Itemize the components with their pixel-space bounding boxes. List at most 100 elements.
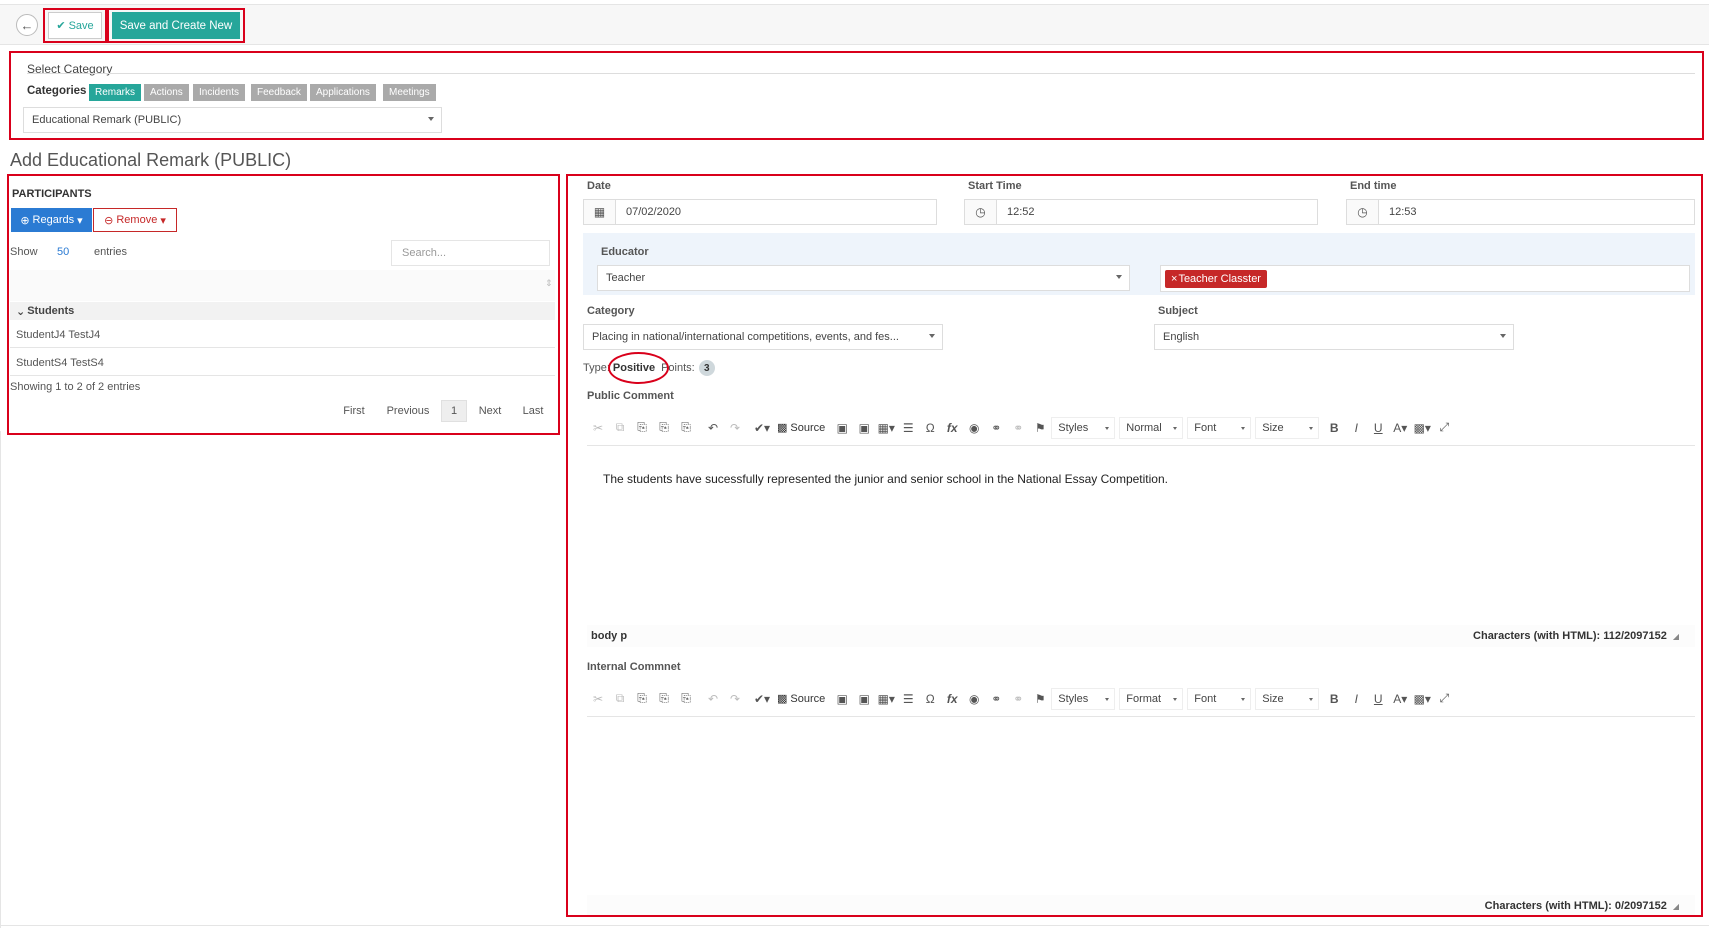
calendar-icon: ▦ bbox=[583, 199, 616, 225]
link-icon[interactable]: ⚭ bbox=[986, 417, 1006, 439]
format-dropdown[interactable]: Normal bbox=[1119, 416, 1184, 439]
paste-word-icon[interactable]: ⎘ bbox=[676, 688, 696, 710]
underline-icon[interactable]: U bbox=[1368, 417, 1388, 439]
tab-meetings[interactable]: Meetings bbox=[383, 84, 436, 101]
image-icon[interactable]: ▣ bbox=[832, 417, 852, 439]
redo-icon[interactable]: ↷ bbox=[725, 688, 745, 710]
styles-dropdown[interactable]: Styles bbox=[1051, 687, 1116, 710]
source-button[interactable]: ▩ Source bbox=[777, 692, 825, 706]
copy-icon[interactable]: ⧉ bbox=[610, 417, 630, 439]
paste-word-icon[interactable]: ⎘ bbox=[676, 417, 696, 439]
caret-down-icon: ▾ bbox=[160, 214, 166, 227]
font-dropdown[interactable]: Font bbox=[1187, 687, 1252, 710]
group-row-students[interactable]: ⌄ Students bbox=[10, 302, 555, 320]
table-row[interactable]: StudentS4 TestS4 bbox=[10, 350, 555, 376]
cut-icon[interactable]: ✂ bbox=[588, 417, 608, 439]
sort-icon[interactable]: ⇕ bbox=[545, 278, 553, 289]
formula-icon[interactable]: fx bbox=[942, 688, 962, 710]
special-char-icon[interactable]: Ω bbox=[920, 688, 940, 710]
spellcheck-icon[interactable]: ✔▾ bbox=[752, 417, 772, 439]
anchor-flag-icon[interactable]: ⚑ bbox=[1030, 417, 1050, 439]
paste-icon[interactable]: ⎘ bbox=[632, 417, 652, 439]
end-time-input[interactable]: ◷ 12:53 bbox=[1346, 199, 1695, 225]
italic-icon[interactable]: I bbox=[1346, 688, 1366, 710]
unlink-icon[interactable]: ⚭ bbox=[1008, 688, 1028, 710]
special-char-icon[interactable]: Ω bbox=[920, 417, 940, 439]
size-dropdown[interactable]: Size bbox=[1255, 416, 1320, 439]
image-upload-icon[interactable]: ▣ bbox=[854, 688, 874, 710]
back-button[interactable]: ← bbox=[16, 14, 38, 36]
table-icon[interactable]: ▦▾ bbox=[876, 417, 896, 439]
iframe-icon[interactable]: ◉ bbox=[964, 417, 984, 439]
size-dropdown[interactable]: Size bbox=[1255, 687, 1320, 710]
tab-applications[interactable]: Applications bbox=[310, 84, 376, 101]
table-row[interactable]: StudentJ4 TestJ4 bbox=[10, 322, 555, 348]
search-input[interactable]: Search... bbox=[391, 240, 550, 266]
subject-select[interactable]: English bbox=[1154, 324, 1514, 350]
bold-icon[interactable]: B bbox=[1324, 688, 1344, 710]
text-color-icon[interactable]: A▾ bbox=[1390, 417, 1410, 439]
undo-icon[interactable]: ↶ bbox=[703, 417, 723, 439]
paste-text-icon[interactable]: ⎘ bbox=[654, 688, 674, 710]
bg-color-icon[interactable]: ▩▾ bbox=[1412, 688, 1432, 710]
styles-dropdown[interactable]: Styles bbox=[1051, 416, 1116, 439]
tab-feedback[interactable]: Feedback bbox=[251, 84, 307, 101]
educator-select[interactable]: Teacher bbox=[597, 265, 1130, 291]
italic-icon[interactable]: I bbox=[1346, 417, 1366, 439]
bold-icon[interactable]: B bbox=[1324, 417, 1344, 439]
image-upload-icon[interactable]: ▣ bbox=[854, 417, 874, 439]
formula-icon[interactable]: fx bbox=[942, 417, 962, 439]
iframe-icon[interactable]: ◉ bbox=[964, 688, 984, 710]
public-comment-editor[interactable]: The students have sucessfully represente… bbox=[587, 446, 1695, 625]
save-and-create-new-button[interactable]: Save and Create New bbox=[112, 12, 240, 39]
public-editor-toolbar: ✂ ⧉ ⎘ ⎘ ⎘ ↶ ↷ ✔▾ ▩ Source ▣ ▣ ▦▾ ☰ Ω fx ◉… bbox=[587, 410, 1695, 446]
internal-comment-editor[interactable] bbox=[587, 717, 1695, 895]
font-dropdown[interactable]: Font bbox=[1187, 416, 1252, 439]
redo-icon[interactable]: ↷ bbox=[725, 417, 745, 439]
chevron-down-icon bbox=[1116, 275, 1122, 279]
image-icon[interactable]: ▣ bbox=[832, 688, 852, 710]
educator-chip[interactable]: × Teacher Classter bbox=[1165, 270, 1267, 288]
category-type-select[interactable]: Educational Remark (PUBLIC) bbox=[23, 107, 442, 133]
underline-icon[interactable]: U bbox=[1368, 688, 1388, 710]
pager-next[interactable]: Next bbox=[474, 400, 506, 422]
spellcheck-icon[interactable]: ✔▾ bbox=[752, 688, 772, 710]
cut-icon[interactable]: ✂ bbox=[588, 688, 608, 710]
horizontal-line-icon[interactable]: ☰ bbox=[898, 417, 918, 439]
source-button[interactable]: ▩ Source bbox=[777, 421, 825, 435]
resize-handle-icon[interactable]: ◢ bbox=[1673, 632, 1679, 641]
format-dropdown[interactable]: Format bbox=[1119, 687, 1184, 710]
save-button[interactable]: ✔ Save bbox=[48, 12, 102, 39]
table-icon[interactable]: ▦▾ bbox=[876, 688, 896, 710]
regards-button[interactable]: ⊕ Regards ▾ bbox=[11, 208, 92, 232]
start-time-input[interactable]: ◷ 12:52 bbox=[964, 199, 1318, 225]
link-icon[interactable]: ⚭ bbox=[986, 688, 1006, 710]
tab-remarks[interactable]: Remarks bbox=[89, 84, 142, 101]
copy-icon[interactable]: ⧉ bbox=[610, 688, 630, 710]
remove-chip-icon[interactable]: × bbox=[1171, 273, 1177, 285]
undo-icon[interactable]: ↶ bbox=[703, 688, 723, 710]
horizontal-line-icon[interactable]: ☰ bbox=[898, 688, 918, 710]
remove-button[interactable]: ⊖ Remove ▾ bbox=[93, 208, 177, 232]
page-length-select[interactable]: 50 bbox=[57, 246, 69, 258]
maximize-icon[interactable]: ⤢ bbox=[1434, 688, 1454, 710]
pager-previous[interactable]: Previous bbox=[381, 400, 435, 422]
unlink-icon[interactable]: ⚭ bbox=[1008, 417, 1028, 439]
pager-first[interactable]: First bbox=[337, 400, 371, 422]
tab-incidents[interactable]: Incidents bbox=[193, 84, 246, 101]
category-select[interactable]: Placing in national/international compet… bbox=[583, 324, 943, 350]
resize-handle-icon[interactable]: ◢ bbox=[1673, 902, 1679, 911]
bg-color-icon[interactable]: ▩▾ bbox=[1412, 417, 1432, 439]
paste-text-icon[interactable]: ⎘ bbox=[654, 417, 674, 439]
anchor-flag-icon[interactable]: ⚑ bbox=[1030, 688, 1050, 710]
pager-current[interactable]: 1 bbox=[441, 400, 467, 422]
element-path[interactable]: body p bbox=[591, 630, 627, 642]
paste-icon[interactable]: ⎘ bbox=[632, 688, 652, 710]
tab-actions[interactable]: Actions bbox=[144, 84, 189, 101]
maximize-icon[interactable]: ⤢ bbox=[1434, 417, 1454, 439]
pager-last[interactable]: Last bbox=[518, 400, 548, 422]
educator-chip-label: Teacher Classter bbox=[1178, 273, 1261, 285]
text-color-icon[interactable]: A▾ bbox=[1390, 688, 1410, 710]
date-input[interactable]: ▦ 07/02/2020 bbox=[583, 199, 937, 225]
save-new-label: Save and Create New bbox=[119, 19, 233, 32]
